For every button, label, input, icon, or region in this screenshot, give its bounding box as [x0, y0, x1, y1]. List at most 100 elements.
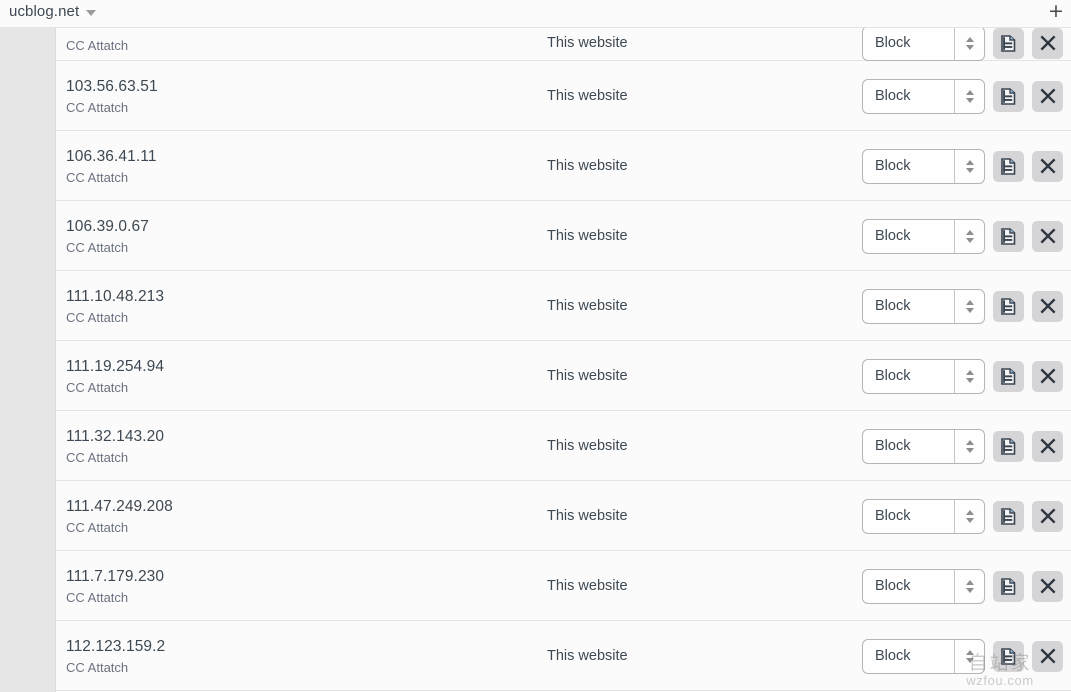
chevron-down-icon: [965, 237, 974, 243]
scope-cell: This website: [547, 621, 628, 691]
view-report-button[interactable]: [993, 360, 1024, 392]
view-report-button[interactable]: [993, 220, 1024, 252]
table-row: 111.19.254.94 CC Attatch This website Bl…: [56, 341, 1071, 411]
delete-rule-button[interactable]: [1032, 500, 1063, 532]
actions-cell: Block: [862, 481, 1063, 551]
scope-label: This website: [547, 368, 628, 384]
chevron-down-icon: [965, 44, 974, 50]
ip-cell: 111.7.179.230 CC Attatch: [66, 551, 164, 621]
delete-rule-button[interactable]: [1032, 290, 1063, 322]
actions-cell: Block: [862, 621, 1063, 691]
chevron-down-icon: [965, 307, 974, 313]
action-select[interactable]: Block: [862, 78, 985, 114]
scope-label: This website: [547, 648, 628, 664]
ip-address: 111.7.179.230: [66, 567, 165, 585]
ip-cell: 103.56.63.51 CC Attatch: [66, 61, 158, 131]
action-select[interactable]: Block: [862, 148, 985, 184]
action-select[interactable]: Block: [862, 218, 985, 254]
view-report-button[interactable]: [993, 500, 1024, 532]
table-row: 106.36.41.11 CC Attatch This website Blo…: [56, 131, 1071, 201]
table-row: 103.56.63.51 CC Attatch This website Blo…: [56, 61, 1071, 131]
ip-note: CC Attatch: [66, 379, 129, 395]
left-gutter: [0, 28, 55, 692]
table-row: 111.32.143.20 CC Attatch This website Bl…: [56, 411, 1071, 481]
ip-note: CC Attatch: [66, 99, 129, 115]
view-report-button[interactable]: [993, 80, 1024, 112]
document-icon: [1001, 577, 1016, 595]
document-icon: [1001, 87, 1016, 105]
scope-cell: This website: [547, 411, 628, 481]
select-spinner[interactable]: [955, 220, 984, 253]
select-spinner[interactable]: [955, 570, 984, 603]
chevron-down-icon: [965, 447, 974, 453]
chevron-down-icon: [965, 657, 974, 663]
close-x-icon: [1040, 578, 1056, 594]
view-report-button[interactable]: [993, 290, 1024, 322]
chevron-up-icon: [965, 369, 974, 375]
select-spinner[interactable]: [955, 150, 984, 183]
close-x-icon: [1040, 438, 1056, 454]
table-row: 111.10.48.213 CC Attatch This website Bl…: [56, 271, 1071, 341]
document-icon: [1001, 227, 1016, 245]
action-select[interactable]: Block: [862, 358, 985, 394]
close-x-icon: [1040, 368, 1056, 384]
view-report-button[interactable]: [993, 150, 1024, 182]
document-icon: [1001, 507, 1016, 525]
scope-label: This website: [547, 88, 628, 104]
delete-rule-button[interactable]: [1032, 430, 1063, 462]
document-icon: [1001, 647, 1016, 665]
ip-note: CC Attatch: [66, 37, 129, 53]
scope-label: This website: [547, 298, 628, 314]
select-spinner[interactable]: [955, 80, 984, 113]
table-row: CC Attatch This website Block: [56, 28, 1071, 61]
action-select-value: Block: [875, 438, 911, 454]
add-button[interactable]: +: [1047, 2, 1065, 21]
select-spinner[interactable]: [955, 290, 984, 323]
delete-rule-button[interactable]: [1032, 80, 1063, 112]
view-report-button[interactable]: [993, 570, 1024, 602]
actions-cell: Block: [862, 341, 1063, 411]
scope-cell: This website: [547, 551, 628, 621]
select-spinner[interactable]: [955, 430, 984, 463]
select-spinner[interactable]: [955, 640, 984, 673]
scope-label: This website: [547, 35, 628, 51]
document-icon: [1001, 437, 1016, 455]
delete-rule-button[interactable]: [1032, 150, 1063, 182]
select-spinner[interactable]: [955, 28, 984, 60]
action-select[interactable]: Block: [862, 288, 985, 324]
ip-address: 106.36.41.11: [66, 147, 157, 165]
site-selector[interactable]: ucblog.net: [9, 3, 97, 20]
scope-label: This website: [547, 228, 628, 244]
close-x-icon: [1040, 648, 1056, 664]
action-select[interactable]: Block: [862, 428, 985, 464]
action-select[interactable]: Block: [862, 638, 985, 674]
action-select-value: Block: [875, 298, 911, 314]
ip-address: 111.19.254.94: [66, 357, 165, 375]
delete-rule-button[interactable]: [1032, 360, 1063, 392]
actions-cell: Block: [862, 411, 1063, 481]
chevron-down-icon: [965, 97, 974, 103]
select-spinner[interactable]: [955, 360, 984, 393]
select-spinner[interactable]: [955, 500, 984, 533]
action-select[interactable]: Block: [862, 498, 985, 534]
view-report-button[interactable]: [993, 28, 1024, 59]
table-row: 106.39.0.67 CC Attatch This website Bloc…: [56, 201, 1071, 271]
scope-cell: This website: [547, 271, 628, 341]
action-select[interactable]: Block: [862, 28, 985, 61]
delete-rule-button[interactable]: [1032, 570, 1063, 602]
action-select[interactable]: Block: [862, 568, 985, 604]
ip-cell: 111.47.249.208 CC Attatch: [66, 481, 173, 551]
ip-cell: 112.123.159.2 CC Attatch: [66, 621, 165, 691]
view-report-button[interactable]: [993, 430, 1024, 462]
ip-address: 111.10.48.213: [66, 287, 165, 305]
close-x-icon: [1040, 158, 1056, 174]
delete-rule-button[interactable]: [1032, 220, 1063, 252]
ip-cell: 111.10.48.213 CC Attatch: [66, 271, 164, 341]
delete-rule-button[interactable]: [1032, 640, 1063, 672]
document-icon: [1001, 367, 1016, 385]
chevron-up-icon: [965, 439, 974, 445]
chevron-down-icon: [86, 9, 97, 16]
chevron-up-icon: [965, 89, 974, 95]
view-report-button[interactable]: [993, 640, 1024, 672]
delete-rule-button[interactable]: [1032, 28, 1063, 59]
